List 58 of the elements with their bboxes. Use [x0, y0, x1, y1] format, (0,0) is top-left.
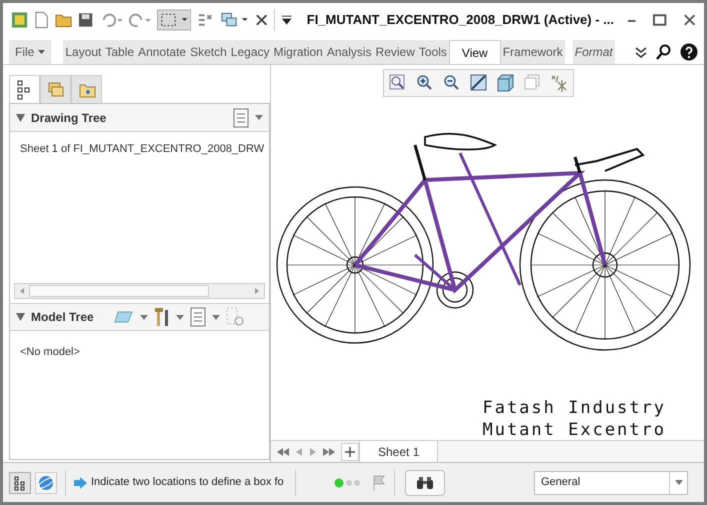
caret-icon	[38, 50, 46, 54]
ribbon-tab[interactable]: Layout	[63, 40, 104, 64]
arrow-right-icon	[74, 476, 87, 488]
collapse-icon[interactable]	[16, 313, 25, 321]
scrollbar[interactable]	[14, 283, 265, 299]
empty-message: <No model>	[20, 346, 80, 358]
panel-title: Drawing Tree	[31, 110, 106, 126]
ribbon-tab[interactable]: Migration	[272, 40, 325, 64]
tree-icon[interactable]	[9, 472, 31, 494]
status-lights-icon	[334, 478, 362, 488]
maximize-icon[interactable]	[653, 14, 667, 26]
list-icon[interactable]	[233, 108, 249, 128]
close-window-icon[interactable]	[255, 13, 268, 27]
close-icon[interactable]	[682, 13, 696, 27]
ribbon-tab[interactable]: Analysis	[324, 40, 374, 64]
redo-icon[interactable]	[128, 12, 152, 28]
help-icon[interactable]	[680, 43, 698, 61]
find-button[interactable]	[405, 470, 445, 496]
ribbon-tab[interactable]: Framework	[500, 40, 565, 64]
chevron-icon[interactable]	[634, 45, 648, 59]
caret-icon	[674, 480, 682, 485]
binoculars-icon	[416, 476, 434, 490]
app-icon[interactable]	[11, 11, 28, 29]
tools-icon[interactable]	[154, 307, 170, 327]
collapse-icon[interactable]	[16, 114, 25, 122]
scroll-thumb[interactable]	[29, 285, 209, 297]
windows-icon[interactable]	[220, 11, 250, 29]
sheet-tab[interactable]: Sheet 1	[359, 441, 438, 462]
plus-icon	[345, 446, 355, 456]
new-file-icon[interactable]	[34, 11, 50, 29]
search-icon[interactable]	[656, 44, 672, 60]
ribbon-tab[interactable]: Table	[103, 40, 136, 64]
ribbon-tab[interactable]: Annotate	[136, 40, 188, 64]
list-icon[interactable]	[190, 307, 206, 327]
ribbon-tab[interactable]: Sketch	[188, 40, 229, 64]
window-title: FI_MUTANT_EXCENTRO_2008_DRW1 (Active) - ...	[306, 11, 614, 30]
navigator-tab[interactable]	[9, 75, 40, 103]
title-block-text: Fatash Industry	[482, 398, 667, 418]
file-menu[interactable]: File	[9, 40, 52, 64]
add-sheet-button[interactable]	[341, 442, 359, 460]
ribbon-tab[interactable]: Tools	[416, 40, 449, 64]
first-sheet-icon[interactable]	[277, 448, 289, 456]
last-sheet-icon[interactable]	[323, 448, 335, 456]
panel-title: Model Tree	[31, 309, 94, 326]
filter-dropdown[interactable]: General	[534, 470, 688, 494]
save-icon[interactable]	[78, 12, 94, 28]
title-block-text: Mutant Excentro	[482, 420, 667, 440]
tree-item[interactable]: Sheet 1 of FI_MUTANT_EXCENTRO_2008_DRW	[20, 140, 264, 158]
ribbon-tab[interactable]: View	[448, 40, 501, 64]
browser-icon[interactable]	[35, 472, 57, 494]
folders-icon	[46, 80, 64, 100]
ribbon-tab[interactable]: Review	[374, 40, 417, 64]
caret-icon[interactable]	[281, 15, 293, 25]
status-message: Indicate two locations to define a box fo	[91, 475, 285, 490]
ribbon-tab[interactable]: Format	[572, 40, 615, 64]
folder-icon[interactable]	[55, 12, 72, 28]
ribbon-tab[interactable]: Legacy	[228, 40, 272, 64]
box-select-icon[interactable]	[157, 9, 192, 31]
